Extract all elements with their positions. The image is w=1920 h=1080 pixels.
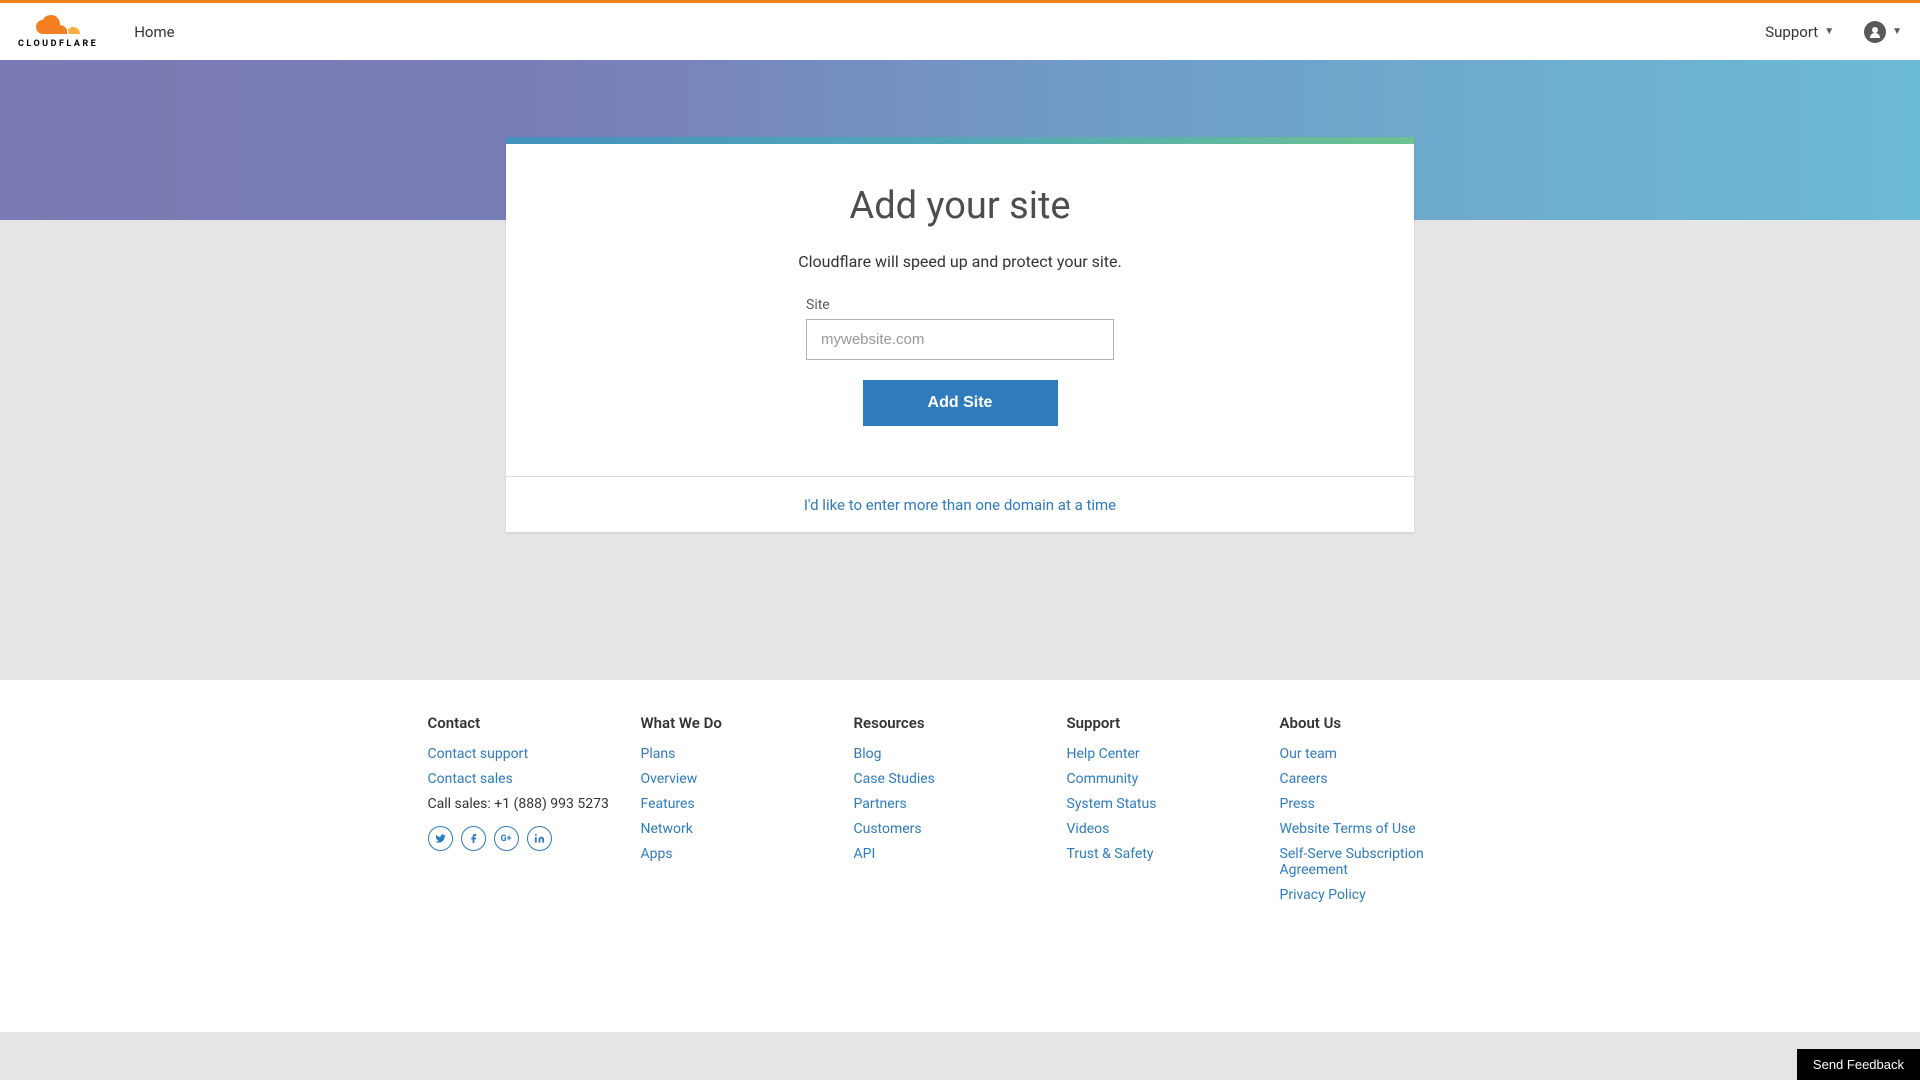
footer-link-ourteam[interactable]: Our team	[1280, 746, 1493, 762]
logo-text: CLOUDFLARE	[18, 39, 98, 49]
footer-col-support: Support Help Center Community System Sta…	[1067, 714, 1280, 912]
nav-home[interactable]: Home	[134, 23, 174, 41]
footer-link-contact-support[interactable]: Contact support	[428, 746, 641, 762]
footer-link-terms[interactable]: Website Terms of Use	[1280, 821, 1493, 837]
footer-link-network[interactable]: Network	[641, 821, 854, 837]
footer-heading-whatwedo: What We Do	[641, 714, 854, 732]
footer-link-contact-sales[interactable]: Contact sales	[428, 771, 641, 787]
cloud-icon	[33, 15, 83, 37]
card-footer: I'd like to enter more than one domain a…	[506, 476, 1414, 532]
footer-col-contact: Contact Contact support Contact sales Ca…	[428, 714, 641, 912]
add-site-button[interactable]: Add Site	[863, 380, 1058, 426]
send-feedback-button[interactable]: Send Feedback	[1797, 1049, 1920, 1080]
support-label: Support	[1765, 23, 1818, 41]
site-form-group: Site	[806, 297, 1114, 360]
main-content: Add your site Cloudflare will speed up a…	[506, 137, 1414, 532]
footer-heading-resources: Resources	[854, 714, 1067, 732]
facebook-icon[interactable]	[461, 826, 486, 851]
footer-link-features[interactable]: Features	[641, 796, 854, 812]
add-site-card: Add your site Cloudflare will speed up a…	[506, 137, 1414, 532]
footer-link-partners[interactable]: Partners	[854, 796, 1067, 812]
site-input-label: Site	[806, 297, 1114, 313]
card-subtitle: Cloudflare will speed up and protect you…	[566, 252, 1354, 271]
footer-link-videos[interactable]: Videos	[1067, 821, 1280, 837]
footer-link-community[interactable]: Community	[1067, 771, 1280, 787]
footer-link-api[interactable]: API	[854, 846, 1067, 862]
header-left: CLOUDFLARE Home	[18, 15, 175, 49]
footer-link-press[interactable]: Press	[1280, 796, 1493, 812]
googleplus-icon[interactable]: G+	[494, 826, 519, 851]
support-dropdown[interactable]: Support ▼	[1765, 23, 1834, 41]
footer-col-whatwedo: What We Do Plans Overview Features Netwo…	[641, 714, 854, 912]
cloudflare-logo[interactable]: CLOUDFLARE	[18, 15, 98, 49]
footer-col-about: About Us Our team Careers Press Website …	[1280, 714, 1493, 912]
chevron-down-icon: ▼	[1892, 26, 1902, 37]
footer-link-overview[interactable]: Overview	[641, 771, 854, 787]
footer-inner: Contact Contact support Contact sales Ca…	[428, 714, 1493, 912]
chevron-down-icon: ▼	[1824, 26, 1834, 37]
footer-link-systemstatus[interactable]: System Status	[1067, 796, 1280, 812]
footer-heading-contact: Contact	[428, 714, 641, 732]
account-icon	[1864, 21, 1886, 43]
footer-col-resources: Resources Blog Case Studies Partners Cus…	[854, 714, 1067, 912]
footer-link-trustsafety[interactable]: Trust & Safety	[1067, 846, 1280, 862]
footer-link-plans[interactable]: Plans	[641, 746, 854, 762]
header: CLOUDFLARE Home Support ▼ ▼	[0, 3, 1920, 60]
footer-link-customers[interactable]: Customers	[854, 821, 1067, 837]
footer-link-careers[interactable]: Careers	[1280, 771, 1493, 787]
footer-link-blog[interactable]: Blog	[854, 746, 1067, 762]
card-body: Add your site Cloudflare will speed up a…	[506, 144, 1414, 476]
card-title: Add your site	[566, 184, 1354, 228]
footer: Contact Contact support Contact sales Ca…	[0, 680, 1920, 1032]
footer-link-privacy[interactable]: Privacy Policy	[1280, 887, 1493, 903]
footer-link-apps[interactable]: Apps	[641, 846, 854, 862]
twitter-icon[interactable]	[428, 826, 453, 851]
footer-heading-support: Support	[1067, 714, 1280, 732]
site-input[interactable]	[806, 319, 1114, 360]
header-right: Support ▼ ▼	[1765, 21, 1902, 43]
footer-heading-about: About Us	[1280, 714, 1493, 732]
social-icons: G+	[428, 826, 641, 851]
account-dropdown[interactable]: ▼	[1864, 21, 1902, 43]
footer-link-casestudies[interactable]: Case Studies	[854, 771, 1067, 787]
footer-link-subscription[interactable]: Self-Serve Subscription Agreement	[1280, 846, 1493, 878]
multi-domain-link[interactable]: I'd like to enter more than one domain a…	[804, 496, 1116, 514]
footer-link-helpcenter[interactable]: Help Center	[1067, 746, 1280, 762]
linkedin-icon[interactable]	[527, 826, 552, 851]
footer-call-sales: Call sales: +1 (888) 993 5273	[428, 796, 641, 812]
card-accent-border	[506, 137, 1414, 144]
